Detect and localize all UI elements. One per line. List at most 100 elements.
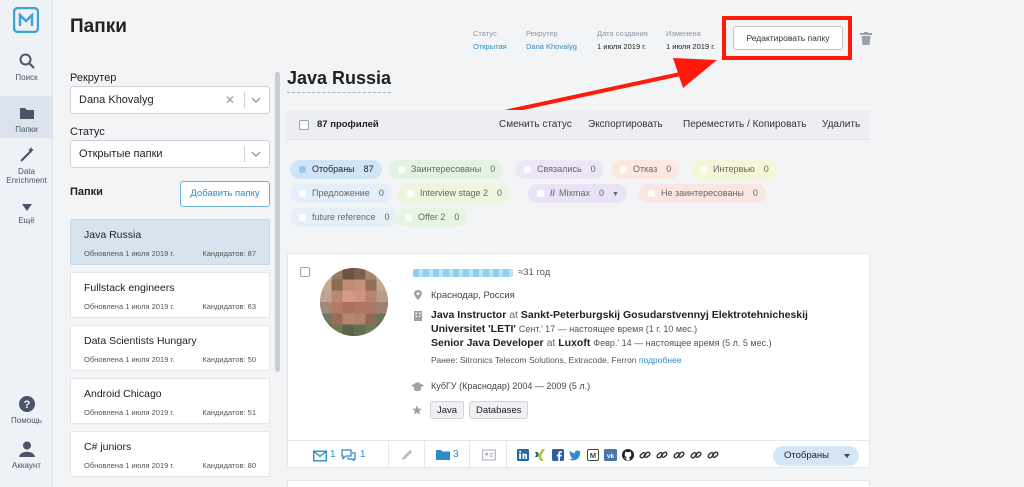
folders-panel: Папки Рекрутер Dana Khovalyg ✕ Статус От…: [53, 0, 285, 487]
folder-name: Android Chicago: [84, 388, 162, 400]
chip-contacted[interactable]: Связались 0: [515, 160, 604, 179]
chip-selected[interactable]: Отобраны 87: [290, 160, 382, 179]
move-copy-button[interactable]: Переместить / Копировать: [683, 119, 806, 130]
moikrug-icon[interactable]: M: [587, 449, 599, 461]
select-all-checkbox[interactable]: [299, 120, 309, 130]
chip-checkbox: [524, 166, 531, 173]
panel-scrollbar[interactable]: [275, 72, 280, 372]
svg-text:vk: vk: [607, 453, 615, 460]
mail-icon[interactable]: [313, 450, 327, 462]
folder-item[interactable]: Java Russia Обновлена 1 июля 2019 г. Кан…: [70, 219, 270, 265]
chip-checkbox: [648, 190, 655, 197]
chip-interview-stage-2[interactable]: Interview stage 2 0: [398, 184, 511, 203]
nav-account[interactable]: Аккаунт: [0, 440, 53, 476]
delete-button[interactable]: Удалить: [822, 119, 860, 130]
nav-folders-label: Папки: [15, 125, 38, 134]
linkedin-icon[interactable]: [517, 449, 529, 461]
link-icon[interactable]: [639, 449, 651, 461]
search-icon: [19, 53, 35, 69]
link-icon[interactable]: [690, 449, 702, 461]
chip-not-interested[interactable]: Не заинтересованы 0: [639, 184, 766, 203]
candidate-status-value: Отобраны: [784, 450, 829, 461]
nav-folders[interactable]: Папки: [0, 96, 53, 138]
chip-interview[interactable]: Интервью 0: [691, 160, 777, 179]
footer-divider: [388, 441, 389, 469]
candidate-name-blurred[interactable]: [413, 269, 513, 277]
folder-count: Кандидатов: 80: [202, 461, 256, 470]
chevron-down-icon: [21, 204, 32, 211]
chip-offer[interactable]: Предложение 0: [290, 184, 392, 203]
facebook-icon[interactable]: [552, 449, 564, 461]
folder-item[interactable]: Android Chicago Обновлена 1 июля 2019 г.…: [70, 378, 270, 424]
link-icon[interactable]: [707, 449, 719, 461]
nav-more[interactable]: Ещё: [0, 204, 53, 232]
link-icon[interactable]: [673, 449, 685, 461]
recruiter-select[interactable]: Dana Khovalyg ✕: [70, 86, 270, 114]
chevron-down-icon[interactable]: [251, 95, 261, 105]
magic-wand-icon: [19, 147, 34, 162]
chip-count: 0: [763, 164, 769, 174]
chat-icon[interactable]: [341, 449, 356, 461]
location-pin-icon: [414, 290, 422, 300]
twitter-icon[interactable]: [569, 449, 581, 461]
link-icon[interactable]: [656, 449, 668, 461]
status-select[interactable]: Открытые папки: [70, 140, 270, 168]
nav-more-label: Ещё: [18, 216, 35, 225]
change-status-button[interactable]: Сменить статус: [499, 119, 572, 130]
more-link[interactable]: подробнее: [639, 355, 682, 365]
chip-rejected[interactable]: Отказ 0: [611, 160, 680, 179]
chip-future-reference[interactable]: future reference 0: [290, 208, 398, 227]
chip-checkbox: [299, 166, 306, 173]
folder-item[interactable]: Fullstack engineers Обновлена 1 июля 201…: [70, 272, 270, 318]
folder-icon[interactable]: [436, 449, 450, 461]
folders-label: Папки: [70, 186, 103, 198]
candidate-card: ≈31 год Краснодар, Россия Java Instructo…: [287, 253, 870, 469]
select-divider: [244, 92, 245, 108]
clear-icon[interactable]: ✕: [225, 93, 235, 107]
nav-search[interactable]: Поиск: [0, 52, 53, 88]
folder-count: Кандидатов: 51: [202, 408, 256, 417]
candidate-status-dropdown[interactable]: Отобраны: [773, 446, 859, 466]
candidate-checkbox[interactable]: [300, 267, 310, 277]
bulk-toolbar: 87 профилей Сменить статус Экспортироват…: [287, 110, 870, 140]
github-icon[interactable]: [622, 449, 634, 461]
job1-at: at: [509, 309, 518, 321]
contact-card-icon[interactable]: [482, 449, 496, 461]
profiles-count: 87 профилей: [317, 119, 379, 130]
chip-offer-2[interactable]: Offer 2 0: [396, 208, 468, 227]
folder-item[interactable]: C# juniors Обновлена 1 июля 2019 г. Канд…: [70, 431, 270, 477]
chip-interested[interactable]: Заинтересованы 0: [389, 160, 504, 179]
skill-tag[interactable]: Databases: [469, 401, 529, 419]
folder-count: Кандидатов: 63: [202, 302, 256, 311]
skill-tag[interactable]: Java: [430, 401, 465, 419]
chip-mixmax[interactable]: //Mixmax 0 ▼: [528, 184, 627, 203]
folder-item[interactable]: Data Scientists Hungary Обновлена 1 июля…: [70, 325, 270, 371]
chip-checkbox: [398, 166, 405, 173]
nav-help-label: Помощь: [11, 416, 42, 425]
nav-data-label-1: Data: [18, 167, 35, 176]
job1-company-2: Universitet 'LETI': [431, 323, 516, 335]
vk-icon[interactable]: vk: [604, 449, 617, 461]
trash-icon[interactable]: [860, 32, 872, 45]
chip-count: 0: [497, 188, 503, 198]
nav-data-enrichment[interactable]: Data Enrichment: [0, 146, 53, 186]
job1-period: Сент.' 17 — настоящее время (1 г. 10 мес…: [518, 324, 698, 334]
export-button[interactable]: Экспортировать: [588, 119, 663, 130]
chevron-down-icon[interactable]: ▼: [612, 191, 619, 198]
add-folder-button[interactable]: Добавить папку: [180, 181, 270, 207]
avatar[interactable]: [320, 268, 388, 336]
folder-icon: [19, 108, 34, 119]
chip-checkbox: [700, 166, 707, 173]
chip-checkbox: [537, 190, 544, 197]
folder-updated: Обновлена 1 июля 2019 г.: [84, 249, 175, 258]
next-candidate-card: [287, 480, 870, 487]
chip-label: Отобраны: [312, 164, 355, 174]
pencil-icon[interactable]: [401, 449, 413, 461]
xing-icon[interactable]: [534, 449, 546, 461]
chevron-down-icon[interactable]: [251, 149, 261, 159]
nav-help[interactable]: ? Помощь: [0, 395, 53, 431]
star-icon[interactable]: [412, 405, 422, 415]
status-value: Открытые папки: [79, 148, 163, 160]
app-logo-icon[interactable]: [13, 7, 39, 33]
candidate-education: КубГУ (Краснодар) 2004 — 2009 (5 л.): [431, 381, 591, 391]
